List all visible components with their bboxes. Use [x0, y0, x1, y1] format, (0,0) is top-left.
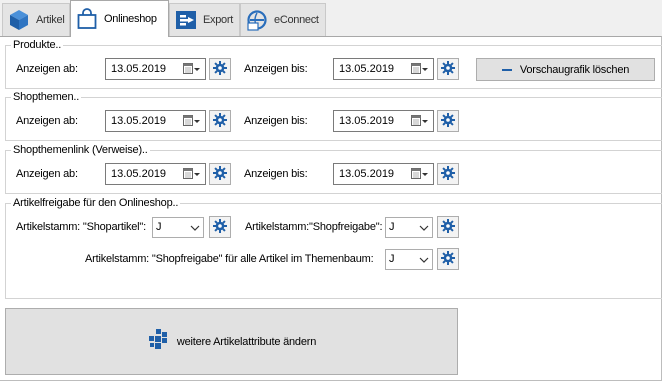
from-date-picker[interactable]: 13.05.2019 [105, 163, 206, 185]
to-date-settings-button[interactable] [437, 58, 459, 80]
date-value: 13.05.2019 [339, 168, 395, 180]
shopthemen-group: Shopthemen.. Anzeigen ab: 13.05.2019 Anz… [5, 91, 662, 141]
date-value: 13.05.2019 [111, 168, 167, 180]
date-value: 13.05.2019 [339, 63, 395, 75]
from-date-settings-button[interactable] [209, 58, 231, 80]
tab-label: Artikel [36, 14, 65, 26]
calendar-dropdown-icon[interactable] [183, 168, 201, 181]
select-value: J [389, 221, 395, 233]
tab-artikel[interactable]: Artikel [2, 3, 70, 36]
shopthemenlink-group: Shopthemenlink (Verweise).. Anzeigen ab:… [5, 144, 662, 194]
gear-icon [213, 218, 227, 236]
group-title: Shopthemen.. [11, 91, 82, 103]
to-date-settings-button[interactable] [437, 110, 459, 132]
alle-artikel-label: Artikelstamm: "Shopfreigabe" für alle Ar… [85, 253, 374, 265]
date-value: 13.05.2019 [111, 63, 167, 75]
select-value: J [389, 253, 395, 265]
shopping-bag-icon [75, 7, 99, 31]
to-label: Anzeigen bis: [244, 63, 308, 75]
from-label: Anzeigen ab: [16, 168, 78, 180]
tab-label: Export [203, 14, 233, 26]
alle-artikel-select[interactable]: J [385, 249, 433, 270]
group-title: Shopthemenlink (Verweise).. [11, 144, 150, 156]
from-date-picker[interactable]: 13.05.2019 [105, 58, 206, 80]
cube-icon [7, 8, 31, 32]
export-icon [174, 8, 198, 32]
attributes-icon [147, 329, 171, 354]
to-label: Anzeigen bis: [244, 168, 308, 180]
tab-strip: Artikel Onlineshop Export eConnect [0, 0, 662, 37]
shopfreigabe-label: Artikelstamm:"Shopfreigabe": [245, 221, 383, 233]
date-value: 13.05.2019 [339, 115, 395, 127]
tab-econnect[interactable]: eConnect [240, 3, 326, 36]
tab-label: Onlineshop [104, 13, 157, 25]
calendar-dropdown-icon[interactable] [411, 115, 429, 128]
calendar-dropdown-icon[interactable] [183, 63, 201, 76]
select-value: J [156, 221, 162, 233]
alle-artikel-settings-button[interactable] [437, 248, 459, 270]
to-date-picker[interactable]: 13.05.2019 [333, 110, 434, 132]
vorschaugrafik-loeschen-button[interactable]: Vorschaugrafik löschen [476, 58, 655, 81]
chevron-down-icon [419, 255, 429, 265]
to-label: Anzeigen bis: [244, 115, 308, 127]
minus-icon [501, 68, 512, 71]
from-date-settings-button[interactable] [209, 163, 231, 185]
calendar-dropdown-icon[interactable] [183, 115, 201, 128]
to-date-picker[interactable]: 13.05.2019 [333, 163, 434, 185]
calendar-dropdown-icon[interactable] [411, 168, 429, 181]
shopartikel-label: Artikelstamm: "Shopartikel": [16, 221, 146, 233]
calendar-dropdown-icon[interactable] [411, 63, 429, 76]
gear-icon [213, 60, 227, 78]
weitere-artikelattribute-button[interactable]: weitere Artikelattribute ändern [5, 308, 458, 375]
from-date-picker[interactable]: 13.05.2019 [105, 110, 206, 132]
gear-icon [213, 112, 227, 130]
shopfreigabe-select[interactable]: J [385, 217, 433, 238]
artikelfreigabe-group: Artikelfreigabe für den Onlineshop.. Art… [5, 197, 662, 299]
tab-onlineshop[interactable]: Onlineshop [70, 0, 169, 37]
from-label: Anzeigen ab: [16, 63, 78, 75]
tab-export[interactable]: Export [169, 3, 240, 36]
chevron-down-icon [190, 223, 200, 233]
gear-icon [441, 112, 455, 130]
chevron-down-icon [419, 223, 429, 233]
econnect-icon [245, 8, 269, 32]
shopartikel-select[interactable]: J [152, 217, 204, 238]
button-label: Vorschaugrafik löschen [519, 63, 630, 76]
group-title: Artikelfreigabe für den Onlineshop.. [11, 197, 181, 209]
button-label: weitere Artikelattribute ändern [176, 335, 317, 348]
date-value: 13.05.2019 [111, 115, 167, 127]
from-date-settings-button[interactable] [209, 110, 231, 132]
shopartikel-settings-button[interactable] [209, 216, 231, 238]
onlineshop-panel: Produkte.. Anzeigen ab: 13.05.2019 Anzei… [0, 36, 662, 381]
gear-icon [213, 165, 227, 183]
tab-label: eConnect [274, 14, 319, 26]
to-date-picker[interactable]: 13.05.2019 [333, 58, 434, 80]
gear-icon [441, 165, 455, 183]
gear-icon [441, 250, 455, 268]
gear-icon [441, 218, 455, 236]
to-date-settings-button[interactable] [437, 163, 459, 185]
from-label: Anzeigen ab: [16, 115, 78, 127]
shopfreigabe-settings-button[interactable] [437, 216, 459, 238]
produkte-group: Produkte.. Anzeigen ab: 13.05.2019 Anzei… [5, 39, 662, 89]
gear-icon [441, 60, 455, 78]
group-title: Produkte.. [11, 39, 64, 51]
